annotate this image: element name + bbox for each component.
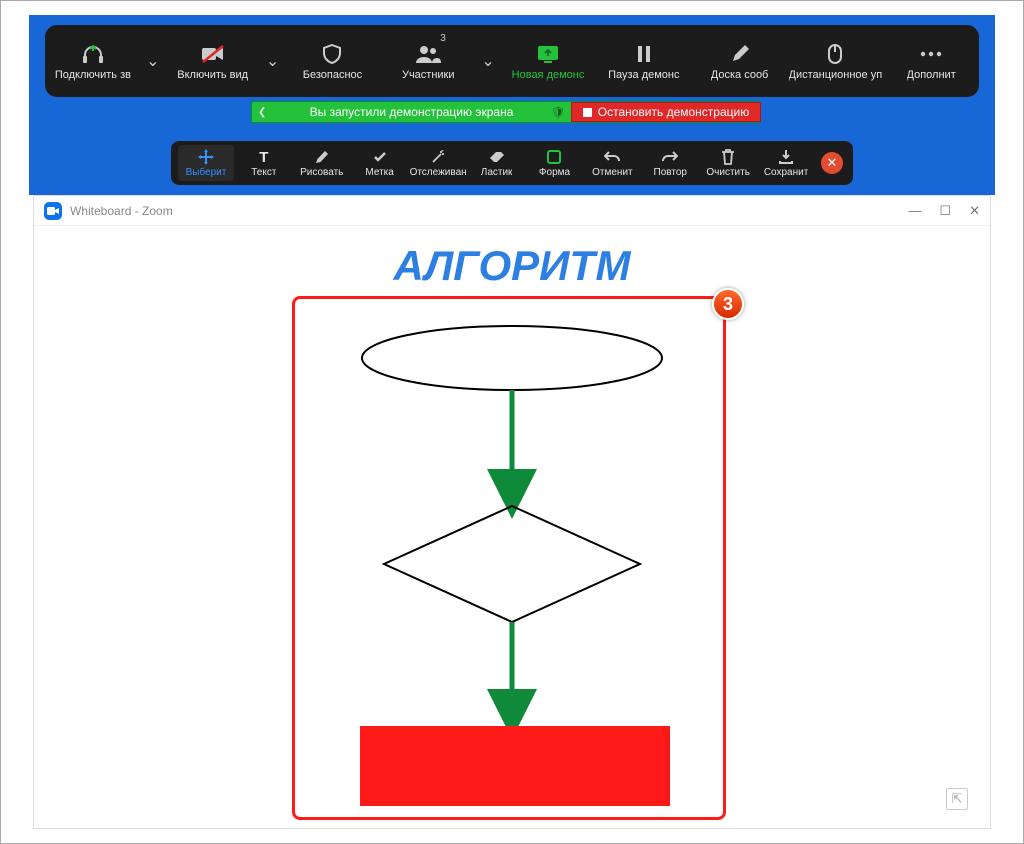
- flowchart-decision: [384, 506, 640, 622]
- shield-check-icon: 🛡: [551, 106, 565, 119]
- flowchart-drawing: [292, 296, 726, 820]
- redo-tool[interactable]: Повтор: [642, 145, 698, 181]
- trash-icon: [721, 148, 735, 166]
- meeting-toolbar: Подключить зв ⌄ Включить вид ⌄ Безопасно…: [45, 25, 979, 97]
- audio-label: Подключить зв: [55, 69, 131, 81]
- whiteboard-title: Whiteboard - Zoom: [70, 204, 173, 218]
- redo-icon: [662, 148, 678, 166]
- stop-share-label: Остановить демонстрацию: [598, 105, 749, 119]
- more-label: Дополнит: [907, 69, 956, 81]
- whiteboard-button[interactable]: Доска сооб: [692, 25, 788, 97]
- share-screen-icon: [537, 42, 559, 66]
- stop-icon: [583, 108, 592, 117]
- remote-label: Дистанционное уп: [789, 69, 883, 81]
- video-button[interactable]: Включить вид: [165, 25, 261, 97]
- text-icon: T: [259, 148, 268, 166]
- eraser-icon: [489, 148, 505, 166]
- select-tool[interactable]: Выберит: [178, 145, 234, 181]
- share-status-text: Вы запустили демонстрацию экрана: [310, 105, 514, 119]
- spotlight-tool[interactable]: Отслеживан: [410, 145, 467, 181]
- video-label: Включить вид: [177, 69, 248, 81]
- participants-chevron[interactable]: ⌄: [476, 25, 500, 97]
- audio-button[interactable]: Подключить зв: [45, 25, 141, 97]
- more-icon: [920, 42, 942, 66]
- screenshot-frame: Подключить зв ⌄ Включить вид ⌄ Безопасно…: [0, 0, 1024, 844]
- share-status-bar: ❮ Вы запустили демонстрацию экрана 🛡 Ост…: [251, 101, 761, 123]
- security-label: Безопаснос: [303, 69, 362, 81]
- pencil-icon: [315, 148, 329, 166]
- clear-tool[interactable]: Очистить: [700, 145, 756, 181]
- whiteboard-titlebar[interactable]: Whiteboard - Zoom — ☐ ✕: [34, 196, 990, 226]
- security-button[interactable]: Безопаснос: [285, 25, 381, 97]
- zoom-app-icon: [44, 202, 62, 220]
- download-icon: [778, 148, 794, 166]
- close-annotation-button[interactable]: ✕: [821, 152, 843, 174]
- pencil-icon: [731, 42, 749, 66]
- whiteboard-window: Whiteboard - Zoom — ☐ ✕ АЛГОРИТМ 3: [33, 195, 991, 829]
- shape-icon: [547, 148, 561, 166]
- window-controls: — ☐ ✕: [908, 203, 980, 219]
- participants-label: Участники: [402, 69, 455, 81]
- participants-count: 3: [440, 33, 446, 44]
- whiteboard-label: Доска сооб: [711, 69, 769, 81]
- stamp-tool[interactable]: Метка: [352, 145, 408, 181]
- pause-icon: [636, 42, 652, 66]
- undo-tool[interactable]: Отменит: [584, 145, 640, 181]
- annotation-toolbar: Выберит T Текст Рисовать Метка Отслежива…: [171, 141, 853, 185]
- chevron-left-icon: ❮: [258, 107, 266, 118]
- more-button[interactable]: Дополнит: [883, 25, 979, 97]
- format-tool[interactable]: Форма: [527, 145, 583, 181]
- pause-share-label: Пауза демонс: [608, 69, 679, 81]
- whiteboard-heading-text: АЛГОРИТМ: [34, 242, 990, 290]
- flowchart-terminator: [362, 326, 662, 390]
- camera-off-icon: [201, 42, 225, 66]
- new-share-label: Новая демонс: [512, 69, 585, 81]
- popup-share-button[interactable]: ⇱: [946, 788, 968, 810]
- popout-icon: ⇱: [952, 791, 963, 807]
- undo-icon: [604, 148, 620, 166]
- text-tool[interactable]: T Текст: [236, 145, 292, 181]
- close-window-button[interactable]: ✕: [969, 203, 980, 219]
- new-share-button[interactable]: Новая демонс: [500, 25, 596, 97]
- flowchart-process: [360, 726, 670, 806]
- maximize-button[interactable]: ☐: [939, 203, 951, 219]
- move-icon: [198, 148, 214, 166]
- minimize-button[interactable]: —: [908, 203, 921, 219]
- check-icon: [373, 148, 387, 166]
- stop-share-button[interactable]: Остановить демонстрацию: [571, 102, 761, 122]
- shield-icon: [323, 42, 341, 66]
- participants-button[interactable]: 3 Участники: [380, 25, 476, 97]
- remote-control-button[interactable]: Дистанционное уп: [787, 25, 883, 97]
- eraser-tool[interactable]: Ластик: [469, 145, 525, 181]
- people-icon: [415, 42, 441, 66]
- headphones-icon: [82, 42, 104, 66]
- video-chevron[interactable]: ⌄: [261, 25, 285, 97]
- wand-icon: [431, 148, 445, 166]
- close-icon: ✕: [827, 155, 838, 171]
- save-tool[interactable]: Сохранит: [758, 145, 814, 181]
- share-status-message[interactable]: ❮ Вы запустили демонстрацию экрана 🛡: [252, 102, 571, 122]
- draw-tool[interactable]: Рисовать: [294, 145, 350, 181]
- mouse-icon: [828, 42, 842, 66]
- pause-share-button[interactable]: Пауза демонс: [596, 25, 692, 97]
- audio-chevron[interactable]: ⌄: [141, 25, 165, 97]
- whiteboard-canvas[interactable]: АЛГОРИТМ 3: [34, 226, 990, 828]
